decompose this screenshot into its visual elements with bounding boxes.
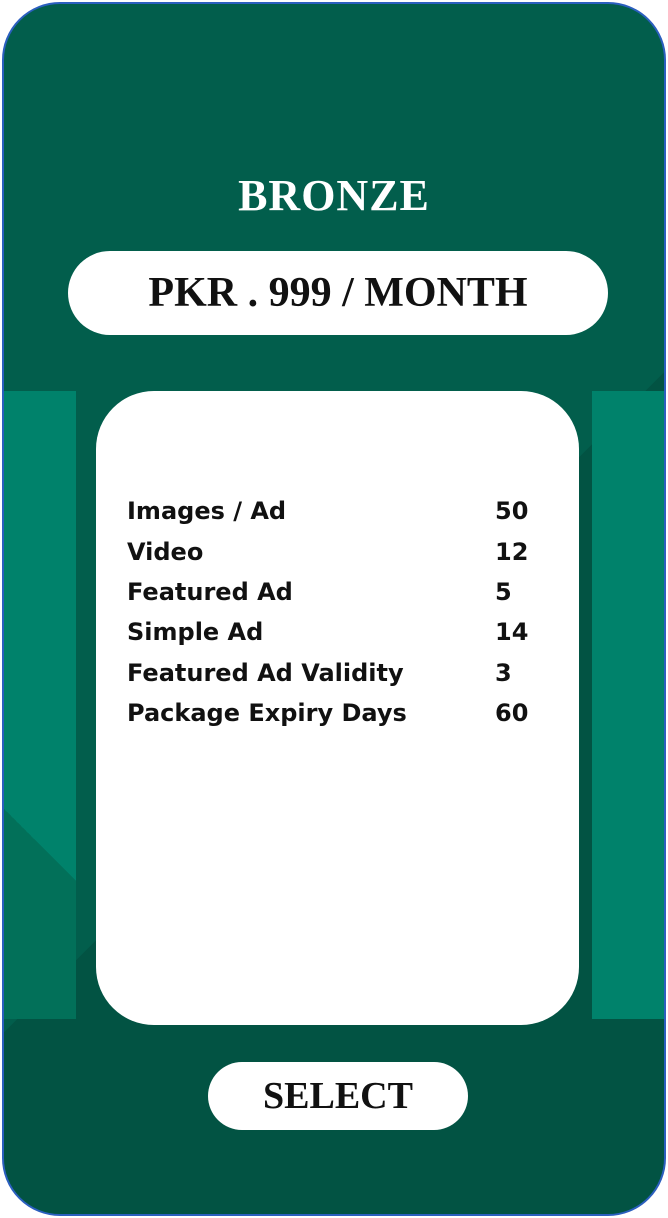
feature-label: Package Expiry Days [127,699,407,728]
plan-card: BRONZE PKR . 999 / MONTH Images / Ad 50 … [2,2,666,1216]
features-panel: Images / Ad 50 Video 12 Featured Ad 5 Si… [96,391,579,1025]
feature-value: 14 [495,618,529,647]
feature-value: 12 [495,537,529,566]
feature-list: Images / Ad 50 Video 12 Featured Ad 5 Si… [127,491,537,733]
plan-title: BRONZE [238,171,430,220]
feature-row-featured-ad-validity: Featured Ad Validity 3 [127,653,537,693]
feature-value: 60 [495,699,529,728]
feature-row-package-expiry-days: Package Expiry Days 60 [127,693,537,733]
feature-value: 5 [495,577,512,606]
feature-row-video: Video 12 [127,531,537,571]
price-text: PKR . 999 / MONTH [148,270,528,316]
price-badge: PKR . 999 / MONTH [68,251,608,335]
left-accent-band [4,391,76,1019]
feature-row-images-per-ad: Images / Ad 50 [127,491,537,531]
feature-label: Featured Ad Validity [127,658,404,687]
feature-row-featured-ad: Featured Ad 5 [127,572,537,612]
feature-label: Images / Ad [127,497,287,526]
feature-label: Featured Ad [127,577,293,606]
select-button[interactable]: SELECT [208,1062,468,1130]
feature-label: Simple Ad [127,618,264,647]
right-accent-band [592,391,664,1019]
feature-row-simple-ad: Simple Ad 14 [127,612,537,652]
feature-value: 50 [495,497,529,526]
feature-label: Video [127,537,204,566]
select-button-label: SELECT [263,1075,413,1117]
feature-value: 3 [495,658,512,687]
